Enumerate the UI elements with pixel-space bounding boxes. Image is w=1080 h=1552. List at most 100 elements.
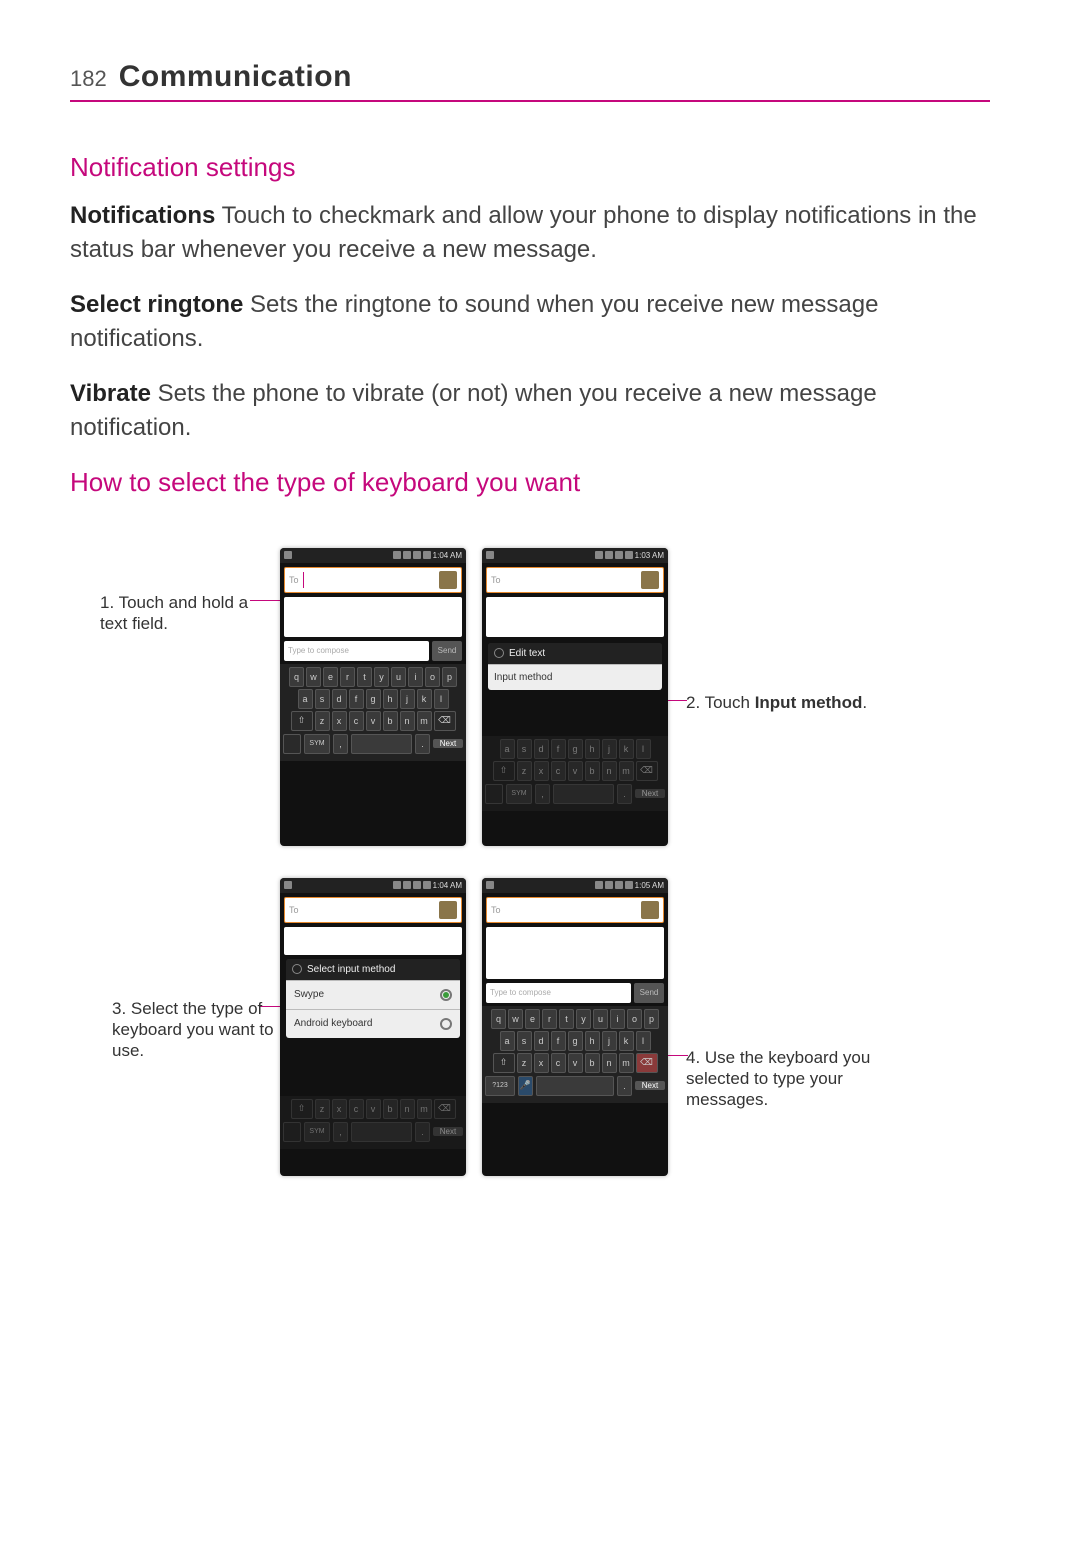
key-n[interactable]: n xyxy=(400,711,415,731)
key-d[interactable]: d xyxy=(332,689,347,709)
message-area xyxy=(486,927,664,979)
send-label: Send xyxy=(438,646,457,655)
key-i[interactable]: i xyxy=(610,1009,625,1029)
key-y[interactable]: y xyxy=(374,667,389,687)
compose-input[interactable]: Type to compose xyxy=(284,641,429,661)
key-g[interactable]: g xyxy=(366,689,381,709)
comma-key[interactable]: , xyxy=(333,734,348,754)
key-r[interactable]: r xyxy=(340,667,355,687)
key-z[interactable]: z xyxy=(517,1053,532,1073)
spacebar xyxy=(351,1122,412,1142)
key-k[interactable]: k xyxy=(417,689,432,709)
key-l[interactable]: l xyxy=(636,1031,651,1051)
key-w[interactable]: w xyxy=(508,1009,523,1029)
key-u[interactable]: u xyxy=(593,1009,608,1029)
period-key[interactable]: . xyxy=(617,1076,632,1096)
key-b[interactable]: b xyxy=(585,1053,600,1073)
key-z[interactable]: z xyxy=(315,711,330,731)
key-k: k xyxy=(619,739,634,759)
callout-text: Touch and hold a text field. xyxy=(100,593,248,633)
key-d[interactable]: d xyxy=(534,1031,549,1051)
key-h[interactable]: h xyxy=(383,689,398,709)
sym-key: SYM xyxy=(304,1122,330,1142)
comma-key: , xyxy=(333,1122,348,1142)
backspace-key[interactable]: ⌫ xyxy=(434,711,456,731)
key-q[interactable]: q xyxy=(289,667,304,687)
next-key[interactable]: Next xyxy=(433,739,463,748)
to-field[interactable]: To xyxy=(486,567,664,593)
option-swype[interactable]: Swype xyxy=(286,980,460,1009)
option-android-keyboard[interactable]: Android keyboard xyxy=(286,1009,460,1038)
key-c[interactable]: c xyxy=(551,1053,566,1073)
key-i[interactable]: i xyxy=(408,667,423,687)
key-x: x xyxy=(534,761,549,781)
status-icon xyxy=(393,881,401,889)
contact-icon[interactable] xyxy=(641,571,659,589)
key-t[interactable]: t xyxy=(559,1009,574,1029)
numbers-key[interactable]: ?123 xyxy=(485,1076,515,1096)
key-p[interactable]: p xyxy=(442,667,457,687)
backspace-key[interactable]: ⌫ xyxy=(636,1053,658,1073)
key-v[interactable]: v xyxy=(366,711,381,731)
send-button[interactable]: Send xyxy=(432,641,462,661)
status-icon xyxy=(595,881,603,889)
key-s[interactable]: s xyxy=(517,1031,532,1051)
key-b[interactable]: b xyxy=(383,711,398,731)
key-e[interactable]: e xyxy=(525,1009,540,1029)
placeholder-text: Type to compose xyxy=(490,988,551,997)
key-x[interactable]: x xyxy=(332,711,347,731)
menu-item-input-method[interactable]: Input method xyxy=(488,664,662,690)
key-h[interactable]: h xyxy=(585,1031,600,1051)
key-f[interactable]: f xyxy=(349,689,364,709)
send-button[interactable]: Send xyxy=(634,983,664,1003)
key-x[interactable]: x xyxy=(534,1053,549,1073)
key-j[interactable]: j xyxy=(602,1031,617,1051)
compose-input[interactable]: Type to compose xyxy=(486,983,631,1003)
key-p[interactable]: p xyxy=(644,1009,659,1029)
key-f[interactable]: f xyxy=(551,1031,566,1051)
key-l[interactable]: l xyxy=(434,689,449,709)
key-a[interactable]: a xyxy=(298,689,313,709)
next-key[interactable]: Next xyxy=(635,1081,665,1090)
key-j[interactable]: j xyxy=(400,689,415,709)
key-c: c xyxy=(349,1099,364,1119)
radio-unselected-icon xyxy=(440,1018,452,1030)
key-g[interactable]: g xyxy=(568,1031,583,1051)
shift-key[interactable]: ⇧ xyxy=(291,711,313,731)
contact-icon[interactable] xyxy=(641,901,659,919)
to-field[interactable]: To xyxy=(486,897,664,923)
to-field[interactable]: To xyxy=(284,897,462,923)
sym-key[interactable]: SYM xyxy=(304,734,330,754)
globe-key[interactable] xyxy=(283,734,301,754)
spacebar[interactable] xyxy=(536,1076,614,1096)
text-cursor xyxy=(303,572,304,588)
to-field[interactable]: To xyxy=(284,567,462,593)
key-v[interactable]: v xyxy=(568,1053,583,1073)
status-icon xyxy=(625,881,633,889)
key-y[interactable]: y xyxy=(576,1009,591,1029)
key-x: x xyxy=(332,1099,347,1119)
key-o[interactable]: o xyxy=(627,1009,642,1029)
contact-icon[interactable] xyxy=(439,571,457,589)
key-w[interactable]: w xyxy=(306,667,321,687)
key-r[interactable]: r xyxy=(542,1009,557,1029)
period-key[interactable]: . xyxy=(415,734,430,754)
message-area xyxy=(486,597,664,637)
key-t[interactable]: t xyxy=(357,667,372,687)
menu-title: Edit text xyxy=(488,643,662,664)
mic-key[interactable]: 🎤 xyxy=(518,1076,533,1096)
spacebar[interactable] xyxy=(351,734,412,754)
key-c[interactable]: c xyxy=(349,711,364,731)
key-o[interactable]: o xyxy=(425,667,440,687)
key-u[interactable]: u xyxy=(391,667,406,687)
key-m[interactable]: m xyxy=(619,1053,634,1073)
key-s[interactable]: s xyxy=(315,689,330,709)
contact-icon[interactable] xyxy=(439,901,457,919)
key-m[interactable]: m xyxy=(417,711,432,731)
key-q[interactable]: q xyxy=(491,1009,506,1029)
key-n[interactable]: n xyxy=(602,1053,617,1073)
shift-key[interactable]: ⇧ xyxy=(493,1053,515,1073)
key-a[interactable]: a xyxy=(500,1031,515,1051)
key-k[interactable]: k xyxy=(619,1031,634,1051)
key-e[interactable]: e xyxy=(323,667,338,687)
